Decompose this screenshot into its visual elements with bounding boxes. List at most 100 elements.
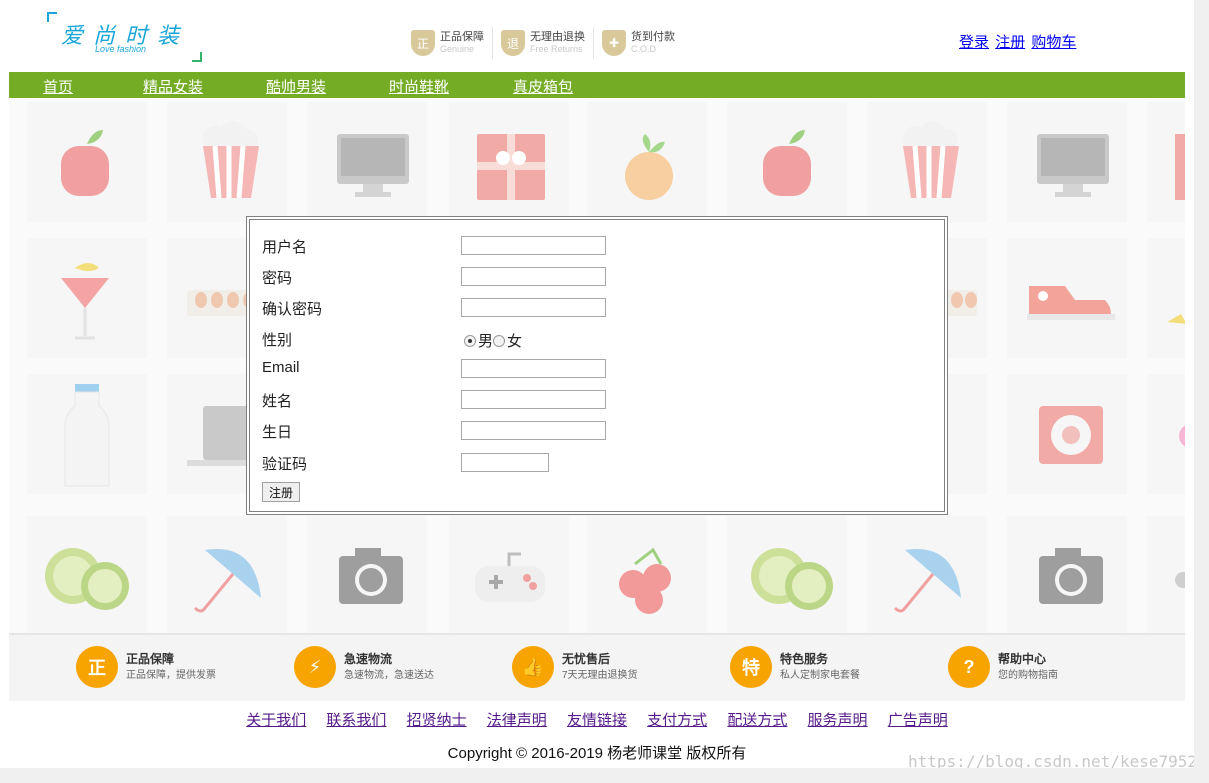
popcorn-icon [867,102,987,222]
camera-icon [1007,516,1127,633]
service-subtitle: 私人定制家电套餐 [780,670,860,681]
monitor-icon [307,102,427,222]
service-help: ? 帮助中心 您的购物指南 [948,645,1058,689]
footer-about-link[interactable]: 关于我们 [246,712,306,729]
gift-icon [1147,102,1185,222]
confirm-password-input[interactable] [461,298,606,317]
popcorn-icon [167,102,287,222]
birthday-input[interactable] [461,421,606,440]
guarantee-cod: ✚ 货到付款 C.O.D [602,27,683,59]
guarantee-title: 货到付款 [631,31,675,43]
guarantee-subtitle: C.O.D [631,44,657,54]
registration-form: 用户名 密码 确认密码 性别 男 女 Email 姓名 生日 验证码 注册 [246,216,948,515]
footer-friends-link[interactable]: 友情链接 [567,712,627,729]
birthday-label: 生日 [262,424,293,441]
gender-male-radio[interactable] [464,334,476,347]
service-title: 无忧售后 [562,652,611,666]
row-captcha: 验证码 [250,447,944,477]
orange-icon [587,102,707,222]
row-password: 密码 [250,261,944,291]
email-label: Email [262,359,300,376]
site-header: 爱尚时装 Love fashion 正 正品保障 Genuine 退 无理由退换… [9,0,1185,72]
footer-jobs-link[interactable]: 招贤纳士 [407,712,467,729]
gender-male-label: 男 [478,333,494,350]
kiwi-icon [727,516,847,633]
password-input[interactable] [461,267,606,286]
footer-delivery-link[interactable]: 配送方式 [727,712,787,729]
username-label: 用户名 [262,239,308,256]
thumbs-up-icon: 👍 [512,646,554,688]
footer-contact-link[interactable]: 联系我们 [326,712,386,729]
site-logo[interactable]: 爱尚时装 Love fashion [47,12,202,62]
pencil-icon [1147,238,1185,358]
row-email: Email [250,353,944,383]
row-name: 姓名 [250,384,944,414]
footer-legal-link[interactable]: 法律声明 [487,712,547,729]
zheng-badge-icon: 正 [76,646,118,688]
gender-label: 性别 [262,332,293,349]
login-link[interactable]: 登录 [959,34,989,51]
footer-payment-link[interactable]: 支付方式 [647,712,707,729]
nav-bags[interactable]: 真皮箱包 [513,76,573,97]
main-nav: 首页 精品女装 酷帅男装 时尚鞋靴 真皮箱包 [9,72,1185,98]
service-subtitle: 正品保障，提供发票 [126,670,216,681]
captcha-input[interactable] [461,453,549,472]
ball-icon [1147,374,1185,494]
apple-icon [727,102,847,222]
service-subtitle: 7天无理由退换货 [562,670,638,681]
service-express: ⚡ 急速物流 急速物流，急速送达 [294,645,434,689]
guarantee-returns: 退 无理由退换 Free Returns [501,27,594,59]
service-title: 特色服务 [780,652,829,666]
row-confirm-password: 确认密码 [250,292,944,322]
camera-icon [1147,516,1185,633]
horizontal-scrollbar[interactable] [0,768,1209,783]
service-strip: 正 正品保障 正品保障，提供发票 ⚡ 急速物流 急速物流，急速送达 👍 无忧售后… [9,633,1185,701]
sneaker-icon [1007,238,1127,358]
guarantee-genuine: 正 正品保障 Genuine [411,27,493,59]
umbrella-icon [867,516,987,633]
gender-female-radio[interactable] [493,334,506,347]
shield-zheng-icon: 正 [411,30,435,56]
service-subtitle: 您的购物指南 [998,670,1058,681]
service-subtitle: 急速物流，急速送达 [344,670,434,681]
kiwi-icon [27,516,147,633]
service-aftersale: 👍 无忧售后 7天无理由退换货 [512,645,638,689]
guarantee-subtitle: Genuine [440,44,475,54]
footer-links: 关于我们 联系我们 招贤纳士 法律声明 友情链接 支付方式 配送方式 服务声明 … [0,709,1194,730]
question-icon: ? [948,646,990,688]
service-title: 帮助中心 [998,652,1047,666]
email-input[interactable] [461,359,606,378]
gift-icon [449,102,569,222]
register-submit-button[interactable]: 注册 [262,482,300,502]
music-player-icon [1007,374,1127,494]
monitor-icon [1007,102,1127,222]
gender-female-label: 女 [507,333,523,350]
service-title: 急速物流 [344,652,393,666]
vertical-scrollbar[interactable] [1194,0,1209,783]
confirm-password-label: 确认密码 [262,301,323,318]
camera-icon [307,516,427,633]
footer-service-link[interactable]: 服务声明 [808,712,868,729]
register-link[interactable]: 注册 [995,34,1025,51]
nav-women[interactable]: 精品女装 [143,76,203,97]
lightning-delivery-icon: ⚡ [294,646,336,688]
service-genuine: 正 正品保障 正品保障，提供发票 [76,645,216,689]
guarantee-title: 无理由退换 [530,31,585,43]
nav-home[interactable]: 首页 [43,76,73,97]
captcha-label: 验证码 [262,456,308,473]
nav-men[interactable]: 酷帅男装 [266,76,326,97]
apple-icon [27,102,147,222]
cocktail-icon [27,238,147,358]
username-input[interactable] [461,236,606,255]
row-gender: 性别 男 女 [250,323,944,353]
name-input[interactable] [461,390,606,409]
cherries-icon [587,516,707,633]
service-special: 特 特色服务 私人定制家电套餐 [730,645,860,689]
user-links: 登录 注册 购物车 [959,31,1078,52]
footer-ads-link[interactable]: 广告声明 [888,712,948,729]
umbrella-icon [167,516,287,633]
cart-link[interactable]: 购物车 [1031,34,1076,51]
logo-bracket-top [47,12,57,22]
nav-shoes[interactable]: 时尚鞋靴 [389,76,449,97]
logo-bracket-bottom [192,52,202,62]
